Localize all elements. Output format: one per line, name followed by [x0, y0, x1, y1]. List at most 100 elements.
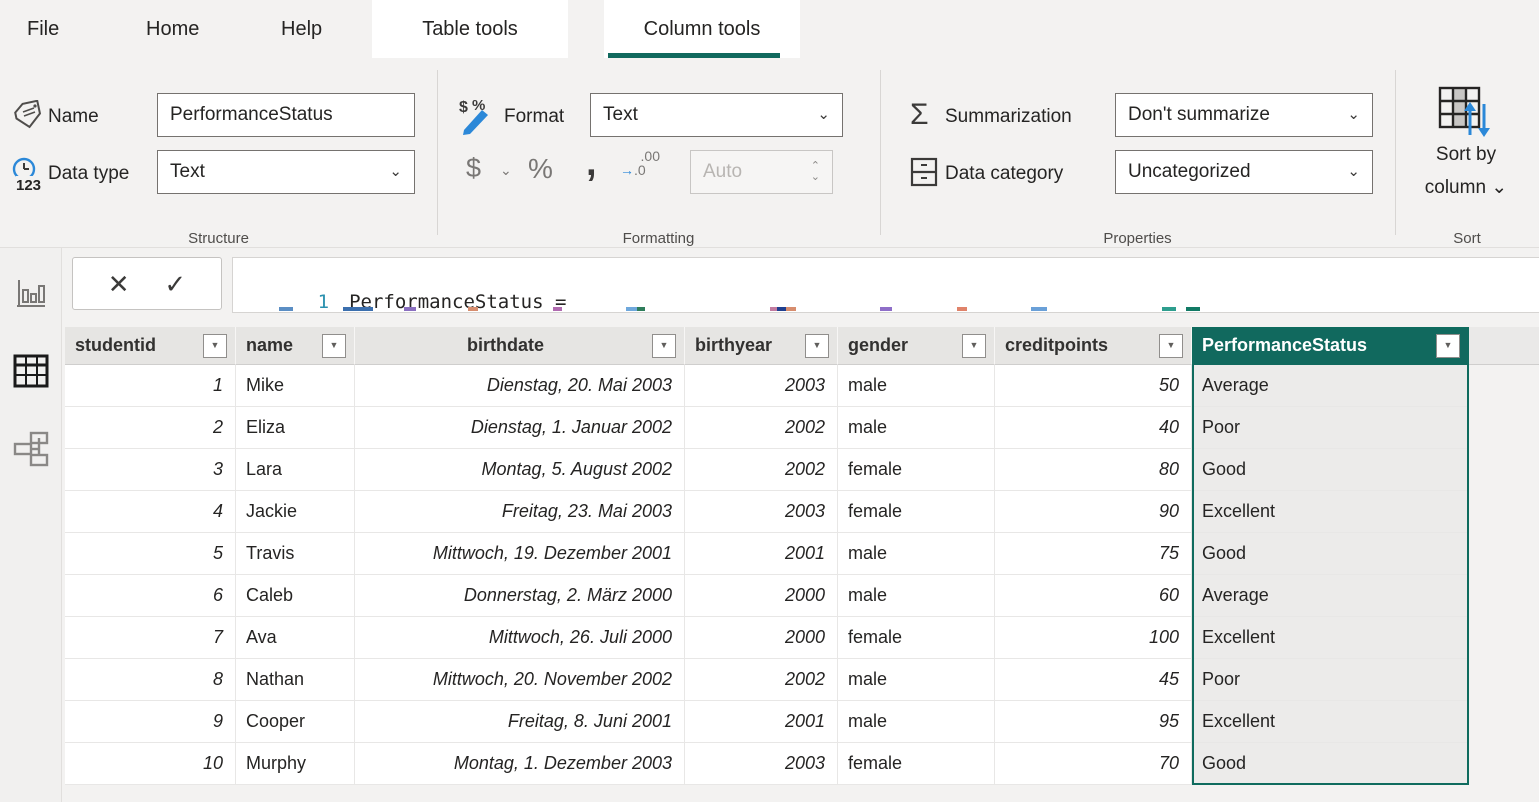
menu-file[interactable]: File	[27, 0, 59, 58]
cell-birthdate[interactable]: Mittwoch, 19. Dezember 2001	[355, 533, 685, 575]
cell-status[interactable]: Excellent	[1192, 491, 1469, 533]
cell-gender[interactable]: male	[838, 701, 995, 743]
cell-gender[interactable]: female	[838, 617, 995, 659]
cell-status[interactable]: Excellent	[1192, 617, 1469, 659]
model-view-button[interactable]	[13, 431, 49, 467]
cell-name[interactable]: Lara	[236, 449, 355, 491]
cell-birthdate[interactable]: Mittwoch, 26. Juli 2000	[355, 617, 685, 659]
column-header-birthdate[interactable]: birthdate ▼	[355, 327, 685, 365]
cell-birthyear[interactable]: 2001	[685, 533, 838, 575]
column-header-birthyear[interactable]: birthyear ▼	[685, 327, 838, 365]
cell-creditpoints[interactable]: 60	[995, 575, 1192, 617]
cell-name[interactable]: Ava	[236, 617, 355, 659]
cell-creditpoints[interactable]: 100	[995, 617, 1192, 659]
cell-status[interactable]: Good	[1192, 449, 1469, 491]
cell-creditpoints[interactable]: 70	[995, 743, 1192, 785]
cell-studentid[interactable]: 6	[65, 575, 236, 617]
cell-birthdate[interactable]: Dienstag, 1. Januar 2002	[355, 407, 685, 449]
cell-studentid[interactable]: 4	[65, 491, 236, 533]
cell-studentid[interactable]: 2	[65, 407, 236, 449]
column-filter-button[interactable]: ▼	[652, 333, 676, 358]
cell-gender[interactable]: male	[838, 659, 995, 701]
cell-creditpoints[interactable]: 80	[995, 449, 1192, 491]
report-view-button[interactable]	[13, 276, 49, 312]
cell-birthdate[interactable]: Dienstag, 20. Mai 2003	[355, 365, 685, 407]
thousands-separator-button[interactable]: ,	[586, 142, 597, 185]
cell-creditpoints[interactable]: 75	[995, 533, 1192, 575]
summarization-dropdown[interactable]: Don't summarize ⌄	[1115, 93, 1373, 137]
column-header-name[interactable]: name ▼	[236, 327, 355, 365]
column-header-status[interactable]: PerformanceStatus ▼	[1192, 327, 1469, 365]
cell-studentid[interactable]: 3	[65, 449, 236, 491]
column-header-studentid[interactable]: studentid ▼	[65, 327, 236, 365]
commit-formula-button[interactable]: ✓	[164, 271, 186, 297]
cell-name[interactable]: Caleb	[236, 575, 355, 617]
cell-status[interactable]: Poor	[1192, 659, 1469, 701]
cell-birthyear[interactable]: 2002	[685, 449, 838, 491]
cell-name[interactable]: Mike	[236, 365, 355, 407]
cell-status[interactable]: Good	[1192, 743, 1469, 785]
currency-format-button[interactable]: $	[466, 153, 481, 184]
cell-creditpoints[interactable]: 50	[995, 365, 1192, 407]
format-dropdown[interactable]: Text ⌄	[590, 93, 843, 137]
cell-birthyear[interactable]: 2000	[685, 575, 838, 617]
cell-studentid[interactable]: 1	[65, 365, 236, 407]
cell-gender[interactable]: female	[838, 743, 995, 785]
column-filter-button[interactable]: ▼	[322, 333, 346, 358]
decimal-places-icon[interactable]: .00 →.0	[620, 149, 660, 178]
cell-birthdate[interactable]: Freitag, 23. Mai 2003	[355, 491, 685, 533]
cell-birthdate[interactable]: Donnerstag, 2. März 2000	[355, 575, 685, 617]
cell-gender[interactable]: female	[838, 449, 995, 491]
cell-name[interactable]: Jackie	[236, 491, 355, 533]
cell-studentid[interactable]: 5	[65, 533, 236, 575]
cell-birthyear[interactable]: 2000	[685, 617, 838, 659]
percent-format-button[interactable]: %	[528, 153, 553, 185]
cell-gender[interactable]: male	[838, 575, 995, 617]
menu-help[interactable]: Help	[281, 0, 322, 58]
cell-name[interactable]: Travis	[236, 533, 355, 575]
cell-status[interactable]: Excellent	[1192, 701, 1469, 743]
cell-birthyear[interactable]: 2001	[685, 701, 838, 743]
cell-status[interactable]: Poor	[1192, 407, 1469, 449]
tab-column-tools[interactable]: Column tools	[604, 0, 800, 58]
cell-birthdate[interactable]: Montag, 1. Dezember 2003	[355, 743, 685, 785]
cell-name[interactable]: Nathan	[236, 659, 355, 701]
cell-name[interactable]: Eliza	[236, 407, 355, 449]
column-name-input[interactable]: PerformanceStatus	[157, 93, 415, 137]
cell-birthdate[interactable]: Mittwoch, 20. November 2002	[355, 659, 685, 701]
cell-birthyear[interactable]: 2002	[685, 659, 838, 701]
currency-format-chevron-icon[interactable]: ⌄	[500, 162, 512, 179]
cell-name[interactable]: Murphy	[236, 743, 355, 785]
cell-birthyear[interactable]: 2003	[685, 491, 838, 533]
cell-gender[interactable]: female	[838, 491, 995, 533]
tab-table-tools[interactable]: Table tools	[372, 0, 568, 58]
data-view-button[interactable]	[13, 353, 49, 389]
menu-home[interactable]: Home	[146, 0, 199, 58]
cell-name[interactable]: Cooper	[236, 701, 355, 743]
cell-creditpoints[interactable]: 45	[995, 659, 1192, 701]
cell-gender[interactable]: male	[838, 407, 995, 449]
datatype-dropdown[interactable]: Text ⌄	[157, 150, 415, 194]
cell-birthyear[interactable]: 2003	[685, 743, 838, 785]
cell-studentid[interactable]: 9	[65, 701, 236, 743]
dax-formula-editor[interactable]: 1 PerformanceStatus =	[232, 257, 1539, 313]
datacategory-dropdown[interactable]: Uncategorized ⌄	[1115, 150, 1373, 194]
column-header-gender[interactable]: gender ▼	[838, 327, 995, 365]
cell-status[interactable]: Average	[1192, 365, 1469, 407]
cell-gender[interactable]: male	[838, 365, 995, 407]
column-filter-button[interactable]: ▼	[962, 333, 986, 358]
cell-status[interactable]: Good	[1192, 533, 1469, 575]
cell-creditpoints[interactable]: 90	[995, 491, 1192, 533]
cell-birthyear[interactable]: 2003	[685, 365, 838, 407]
cancel-formula-button[interactable]: ✕	[108, 271, 130, 297]
cell-status[interactable]: Average	[1192, 575, 1469, 617]
sort-by-column-button[interactable]: Sort by column ⌄	[1400, 82, 1532, 227]
column-header-creditpoints[interactable]: creditpoints ▼	[995, 327, 1192, 365]
cell-studentid[interactable]: 7	[65, 617, 236, 659]
cell-gender[interactable]: male	[838, 533, 995, 575]
cell-creditpoints[interactable]: 95	[995, 701, 1192, 743]
cell-studentid[interactable]: 10	[65, 743, 236, 785]
cell-creditpoints[interactable]: 40	[995, 407, 1192, 449]
column-filter-button[interactable]: ▼	[805, 333, 829, 358]
cell-studentid[interactable]: 8	[65, 659, 236, 701]
